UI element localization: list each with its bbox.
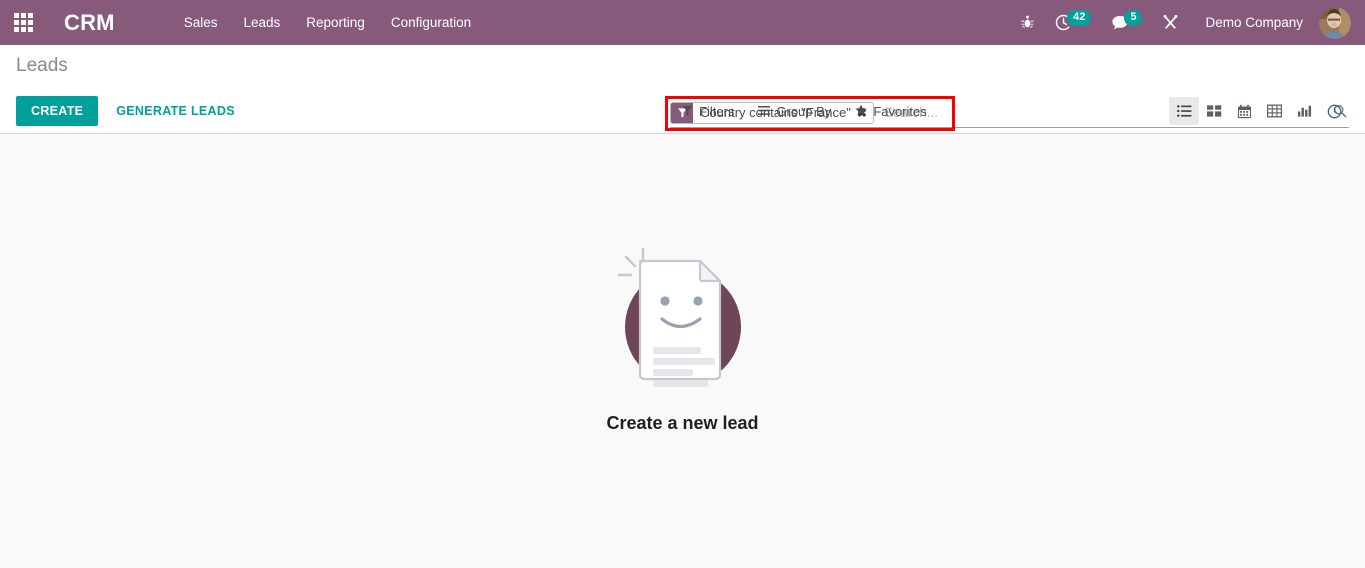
activity-menu-button[interactable]: 42 (1049, 0, 1097, 45)
favorites-menu-label: Favorites (873, 103, 927, 119)
control-panel: Leads Country contains "France" ✖ CREATE… (0, 45, 1365, 134)
menu-item-reporting[interactable]: Reporting (293, 0, 378, 45)
view-button-activity[interactable] (1319, 97, 1349, 125)
tools-menu-button[interactable] (1156, 0, 1185, 45)
control-panel-top: Leads (0, 45, 1365, 88)
top-navbar: CRM Sales Leads Reporting Configuration (0, 0, 1365, 45)
empty-state: Create a new lead (593, 239, 773, 434)
filters-menu[interactable]: Filters (670, 99, 746, 124)
avatar[interactable] (1319, 6, 1351, 39)
company-switcher[interactable]: Demo Company (1193, 15, 1313, 30)
view-button-calendar[interactable] (1229, 97, 1259, 125)
document-smiley-illustration (617, 247, 741, 387)
messaging-counter-badge: 5 (1124, 9, 1143, 26)
menu-item-sales[interactable]: Sales (171, 0, 231, 45)
view-button-graph[interactable] (1289, 97, 1319, 125)
content-area: Create a new lead (0, 134, 1365, 568)
empty-state-text: Create a new lead (606, 412, 759, 433)
view-button-kanban[interactable] (1199, 97, 1229, 125)
main-menu: Sales Leads Reporting Configuration (171, 0, 484, 45)
funnel-icon (682, 104, 693, 119)
group-by-menu[interactable]: Group By (746, 99, 843, 124)
bug-icon (1021, 15, 1034, 28)
menu-item-configuration[interactable]: Configuration (378, 0, 484, 45)
menu-item-leads[interactable]: Leads (230, 0, 293, 45)
create-button[interactable]: CREATE (16, 96, 99, 126)
view-button-pivot[interactable] (1259, 97, 1289, 125)
favorites-menu[interactable]: Favorites (843, 99, 938, 124)
group-by-menu-label: Group By (776, 103, 832, 119)
wrench-tools-icon (1164, 15, 1178, 29)
hamburger-lines-icon (758, 104, 771, 119)
activity-counter-badge: 42 (1067, 9, 1092, 26)
systray: 42 5 Demo Company (1010, 0, 1365, 45)
view-switcher (1169, 97, 1349, 125)
app-brand-crm[interactable]: CRM (46, 0, 121, 45)
apps-grid-icon (13, 13, 33, 32)
breadcrumb[interactable]: Leads (0, 45, 68, 77)
search-dropdown-menus: Filters Group By Favorites (670, 99, 939, 124)
filters-menu-label: Filters (699, 103, 735, 119)
debug-menu-button[interactable] (1014, 0, 1041, 45)
star-icon (855, 104, 867, 119)
control-panel-bottom: CREATE GENERATE LEADS Filters Group By F… (0, 88, 1365, 134)
user-avatar-image (1319, 6, 1351, 39)
messaging-menu-button[interactable]: 5 (1105, 0, 1148, 45)
view-button-list[interactable] (1169, 97, 1199, 125)
apps-menu-button[interactable] (0, 0, 46, 45)
generate-leads-button[interactable]: GENERATE LEADS (104, 96, 247, 126)
